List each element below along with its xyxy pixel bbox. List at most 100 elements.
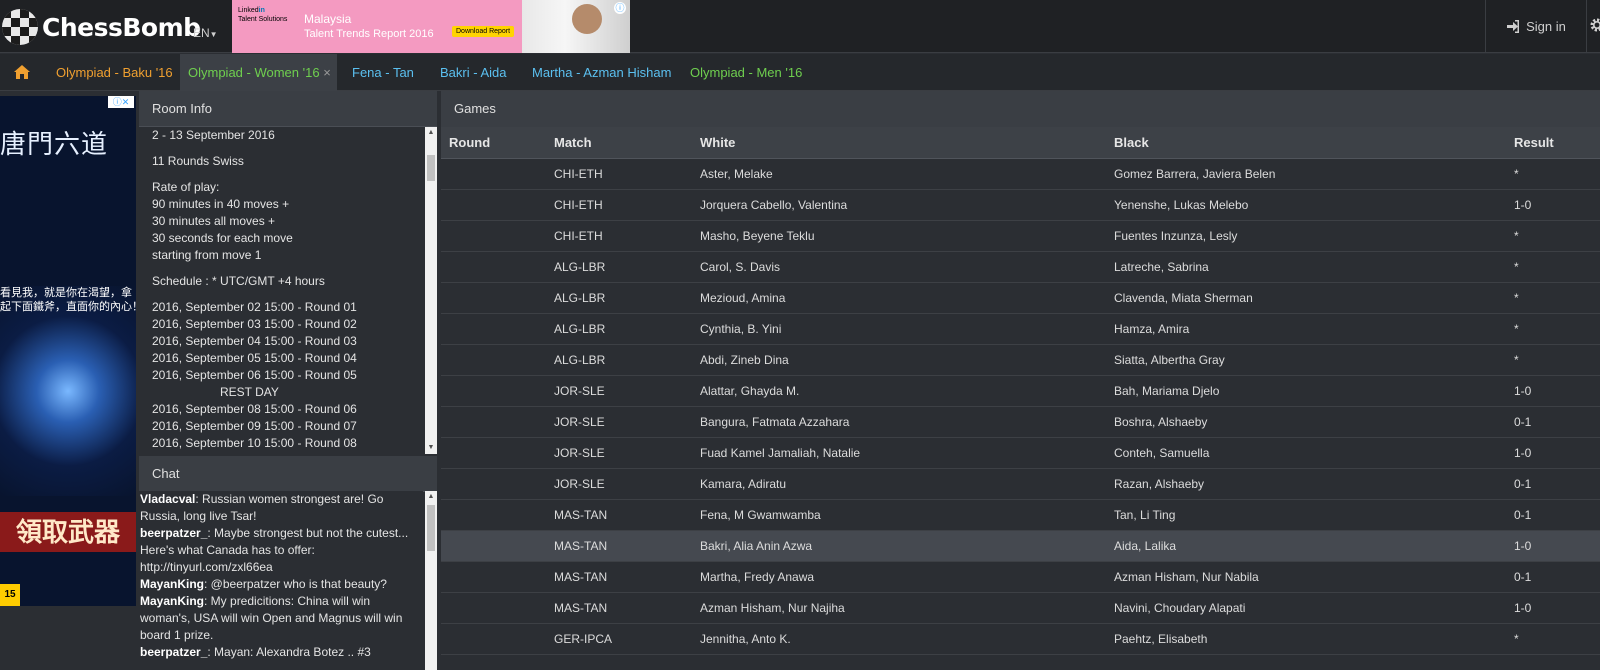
close-icon[interactable]: × — [323, 65, 331, 80]
game-row[interactable]: ALG-LBR Abdi, Zineb Dina Siatta, Albertha … — [441, 344, 1600, 376]
tab-fena-tan[interactable]: Fena - Tan — [344, 54, 422, 91]
tab-home[interactable] — [6, 54, 34, 91]
cell-white: Aster, Melake — [700, 158, 1114, 190]
chat-title: Chat — [152, 466, 180, 481]
cell-round — [441, 158, 554, 190]
cell-round — [441, 499, 554, 531]
tab-bakri-aida[interactable]: Bakri - Aida — [432, 54, 514, 91]
cell-result: * — [1514, 220, 1600, 252]
cell-match: JOR-SLE — [554, 375, 700, 407]
cell-result: * — [1514, 251, 1600, 283]
room-info-line: 11 Rounds Swiss — [152, 154, 244, 168]
cell-match: MAS-TAN — [554, 530, 700, 562]
cell-result: * — [1514, 623, 1600, 655]
game-row[interactable]: GER-IPCA Jennitha, Anto K. Paehtz, Elisabe… — [441, 623, 1600, 655]
scroll-down-icon[interactable]: ▼ — [425, 442, 437, 454]
ad-title: Malaysia — [304, 12, 352, 26]
room-info-line: 2016, September 06 15:00 - Round 05 — [152, 368, 357, 382]
room-info-spacer — [152, 290, 423, 299]
cell-round — [441, 282, 554, 314]
tab-martha-azman-hisham[interactable]: Martha - Azman Hisham — [524, 54, 679, 91]
room-info-spacer — [152, 264, 423, 273]
cell-round — [441, 406, 554, 438]
chat-message: MayanKing: @beerpatzer who is that beaut… — [140, 576, 423, 593]
column-header-round[interactable]: Round — [441, 127, 554, 159]
cell-white: Cynthia, B. Yini — [700, 313, 1114, 345]
cell-white: Bakri, Alia Anin Azwa — [700, 530, 1114, 562]
tab-olympiad-baku[interactable]: Olympiad - Baku '16 — [48, 54, 181, 91]
cell-result: 0-1 — [1514, 499, 1600, 531]
game-row[interactable]: ALG-LBR Cynthia, B. Yini Hamza, Amira * — [441, 313, 1600, 345]
cell-round — [441, 189, 554, 221]
game-row[interactable]: MAS-TAN Bakri, Alia Anin Azwa Aida, Lalika… — [441, 530, 1600, 562]
column-header-result[interactable]: Result — [1514, 127, 1600, 159]
game-row[interactable]: MAS-TAN Fena, M Gwamwamba Tan, Li Ting 0-1 — [441, 499, 1600, 531]
ad-banner[interactable]: Linkedin Talent Solutions Malaysia Talen… — [232, 0, 630, 53]
cell-match: ALG-LBR — [554, 344, 700, 376]
room-info-line: Schedule : * UTC/GMT +4 hours — [152, 274, 325, 288]
column-header-white[interactable]: White — [700, 127, 1114, 159]
chat-user[interactable]: Vladacval — [140, 492, 195, 506]
cell-match: JOR-SLE — [554, 468, 700, 500]
room-info-header: Room Info — [139, 91, 437, 127]
chat-scrollbar[interactable]: ▲ — [425, 491, 437, 670]
chat-user[interactable]: beerpatzer_ — [140, 526, 207, 540]
cell-round — [441, 344, 554, 376]
sign-in-button[interactable]: Sign in — [1485, 0, 1587, 53]
ad-choices-icon[interactable]: ⓘ✕ — [108, 96, 134, 108]
game-row[interactable]: CHI-ETH Masho, Beyene Teklu Fuentes Inzunz… — [441, 220, 1600, 252]
scroll-thumb[interactable] — [427, 505, 435, 551]
game-row[interactable]: CHI-ETH Jorquera Cabello, Valentina Yenens… — [441, 189, 1600, 221]
game-row[interactable]: JOR-SLE Alattar, Ghayda M. Bah, Mariama Dj… — [441, 375, 1600, 407]
chat-user[interactable]: MayanKing — [140, 594, 204, 608]
game-row[interactable]: CHI-ETH Aster, Melake Gomez Barrera, Javie… — [441, 158, 1600, 190]
cell-white: Fuad Kamel Jamaliah, Natalie — [700, 437, 1114, 469]
room-info-line: Rate of play: — [152, 180, 220, 194]
game-row[interactable]: JOR-SLE Kamara, Adiratu Razan, Alshaeby 0-1 — [441, 468, 1600, 500]
tab-olympiad-men[interactable]: Olympiad - Men '16 — [682, 54, 810, 91]
ad-download-button[interactable]: Download Report — [452, 26, 515, 37]
room-info-line: 2016, September 08 15:00 - Round 06 — [152, 402, 357, 416]
scroll-up-icon[interactable]: ▲ — [425, 127, 437, 139]
column-header-black[interactable]: Black — [1114, 127, 1514, 159]
game-row[interactable]: JOR-SLE Bangura, Fatmata Azzahara Boshra, … — [441, 406, 1600, 438]
game-row[interactable]: ALG-LBR Mezioud, Amina Clavenda, Miata She… — [441, 282, 1600, 314]
room-info-line: 2016, September 05 15:00 - Round 04 — [152, 351, 357, 365]
side-ad[interactable]: 唐門六道 看見我，就是你在渴望，拿 起下面鐵斧，直面你的內心！ 領取武器 15 … — [0, 96, 136, 606]
tab-olympiad-women[interactable]: Olympiad - Women '16 × — [180, 54, 337, 91]
logo[interactable]: ChessBomb — [2, 6, 201, 48]
cell-black: Yenenshe, Lukas Melebo — [1114, 189, 1514, 221]
ad-brand-sub: Talent Solutions — [238, 16, 288, 23]
cell-match: MAS-TAN — [554, 561, 700, 593]
cell-black: Hamza, Amira — [1114, 313, 1514, 345]
scroll-thumb[interactable] — [427, 155, 435, 181]
top-bar: ChessBomb EN▼ Linkedin Talent Solutions … — [0, 0, 1600, 53]
cell-result: 1-0 — [1514, 437, 1600, 469]
cell-match: MAS-TAN — [554, 499, 700, 531]
game-row[interactable]: ALG-LBR Carol, S. Davis Latreche, Sabrina * — [441, 251, 1600, 283]
cell-black: Gomez Barrera, Javiera Belen — [1114, 158, 1514, 190]
cell-result: 0-1 — [1514, 406, 1600, 438]
cell-result: 0-1 — [1514, 468, 1600, 500]
cell-black: Fuentes Inzunza, Lesly — [1114, 220, 1514, 252]
chat-user[interactable]: beerpatzer_ — [140, 645, 207, 659]
ad-cta-button[interactable]: 領取武器 — [0, 512, 136, 552]
ad-tagline: 看見我，就是你在渴望，拿 起下面鐵斧，直面你的內心！ — [0, 286, 136, 314]
chat-user[interactable]: MayanKing — [140, 577, 204, 591]
game-row[interactable]: MAS-TAN Azman Hisham, Nur Najiha Navini, C… — [441, 592, 1600, 624]
games-table-header-row: Round Match White Black Result — [441, 127, 1600, 159]
game-row[interactable]: JOR-SLE Fuad Kamel Jamaliah, Natalie Conte… — [441, 437, 1600, 469]
cell-match: CHI-ETH — [554, 158, 700, 190]
room-info-scrollbar[interactable]: ▲ ▼ — [425, 127, 437, 454]
room-info-line: 2016, September 11 15:00 - Round 09 — [152, 452, 423, 454]
cell-result: * — [1514, 313, 1600, 345]
language-selector[interactable]: EN▼ — [193, 26, 218, 40]
sign-in-label: Sign in — [1526, 19, 1566, 34]
column-header-match[interactable]: Match — [554, 127, 700, 159]
scroll-up-icon[interactable]: ▲ — [425, 491, 437, 503]
game-row[interactable]: MAS-TAN Martha, Fredy Anawa Azman Hisham, … — [441, 561, 1600, 593]
gear-icon[interactable] — [1590, 18, 1600, 32]
cell-black: Latreche, Sabrina — [1114, 251, 1514, 283]
ad-info-icon[interactable]: ⓘ — [614, 2, 626, 14]
cell-round — [441, 437, 554, 469]
